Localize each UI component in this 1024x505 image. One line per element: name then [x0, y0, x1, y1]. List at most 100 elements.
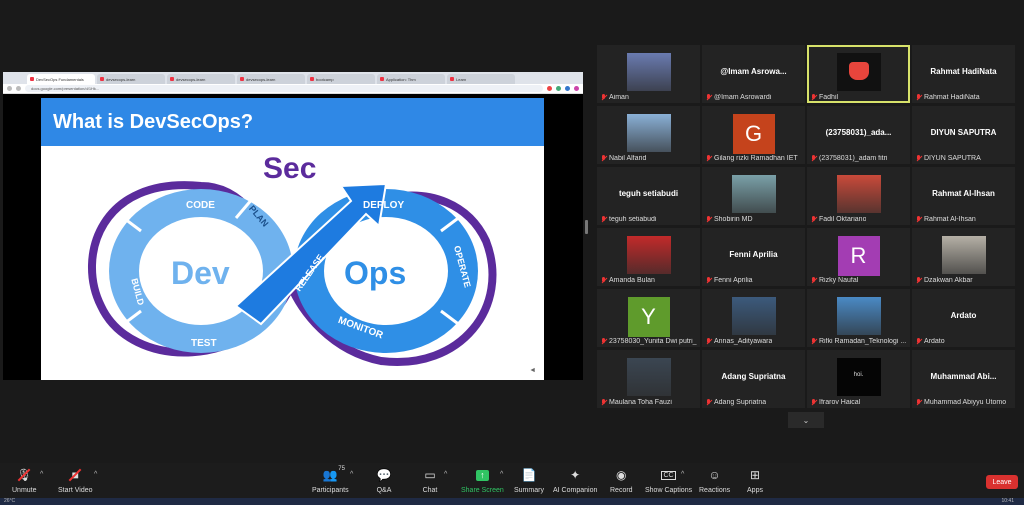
tab-favicon-icon	[310, 77, 314, 81]
participant-name-tag: DIYUN SAPUTRA	[916, 155, 981, 162]
system-clock: 10:41	[1001, 498, 1014, 504]
participant-tile[interactable]: Rahmat Al-Ihsan Rahmat Al-Ihsan	[912, 167, 1015, 225]
chat-label: Chat	[422, 487, 438, 494]
participant-tile[interactable]: Ardato Ardato	[912, 289, 1015, 347]
participant-gallery: Aiman @Imam Asrowa... @Imam Asrowardi Fadhi…	[597, 45, 1017, 410]
participant-name: Muhammad Abiyyu Utomo	[924, 399, 1007, 406]
summary-label: Summary	[514, 487, 544, 494]
microphone-muted-icon	[811, 155, 817, 162]
microphone-muted-icon	[601, 338, 607, 345]
back-icon	[7, 86, 12, 91]
participant-tile[interactable]: Shobirin MD	[702, 167, 805, 225]
participant-name-tag: Annas_Adityawara	[706, 338, 772, 345]
participant-video-thumbnail	[941, 236, 986, 274]
shared-screen[interactable]: DevSecOps Fundamentals devsecops-learn dev…	[3, 72, 583, 380]
participant-tile[interactable]: Fadhil	[807, 45, 910, 103]
participant-tile[interactable]: (23758031)_ada... (23758031)_adam fitri	[807, 106, 910, 164]
participant-tile[interactable]: Nabil Alfarid	[597, 106, 700, 164]
captions-icon: CC	[661, 470, 676, 480]
participant-tile[interactable]: Annas_Adityawara	[702, 289, 805, 347]
start-video-button[interactable]: ■ Start Video	[58, 468, 93, 494]
summary-button[interactable]: 📄 Summary	[514, 468, 544, 494]
slide-header: What is DevSecOps?	[41, 98, 544, 146]
participant-name-tag: Gilang rizki Ramadhan IET	[706, 155, 798, 162]
participant-tile[interactable]: Y 23758030_Yunita Dwi putri_...	[597, 289, 700, 347]
microphone-muted-icon	[916, 216, 922, 223]
chat-options-caret[interactable]: ^	[444, 471, 447, 478]
stage-test: TEST	[191, 338, 217, 349]
show-captions-button[interactable]: CC Show Captions	[645, 468, 692, 494]
participant-tile[interactable]: Fadil Oktariano	[807, 167, 910, 225]
tab-favicon-icon	[170, 77, 174, 81]
participant-tile[interactable]: Amanda Bulan	[597, 228, 700, 286]
microphone-muted-icon	[601, 216, 607, 223]
participant-display-name: Fenni Aprilia	[729, 250, 778, 259]
participant-display-name: @Imam Asrowa...	[720, 67, 787, 76]
meeting-toolbar: 🎙 Unmute ^ ■ Start Video ^ 👥75 Participa…	[0, 463, 1024, 498]
participant-name-tag: Maulana Toha Fauzi	[601, 399, 672, 406]
video-options-caret[interactable]: ^	[94, 471, 97, 478]
microphone-muted-icon	[706, 155, 712, 162]
participant-name: Gilang rizki Ramadhan IET	[714, 155, 798, 162]
participant-name-tag: Amanda Bulan	[601, 277, 655, 284]
participant-tile[interactable]: Rahmat HadiNata Rahmat HadiNata	[912, 45, 1015, 103]
participant-tile[interactable]: Rifki Ramadan_Teknologi ...	[807, 289, 910, 347]
devsecops-infinity-diagram: CODE PLAN BUILD TEST RELEASE DEPLOY OPER…	[88, 152, 497, 367]
gallery-next-page-button[interactable]: ⌄	[788, 412, 824, 428]
browser-tab-label: bootcamp	[316, 76, 334, 82]
chat-button[interactable]: ▭ Chat	[422, 468, 438, 494]
unmute-button[interactable]: 🎙 Unmute	[12, 468, 37, 494]
participant-name: teguh setiabudi	[609, 216, 657, 223]
extension-icon	[547, 86, 552, 91]
audio-options-caret[interactable]: ^	[40, 471, 43, 478]
browser-tab-label: devsecops-learn	[106, 76, 136, 82]
captions-options-caret[interactable]: ^	[681, 471, 684, 478]
browser-tab: devsecops-learn	[167, 74, 235, 84]
microphone-muted-icon	[706, 216, 712, 223]
participants-button[interactable]: 👥 75 Participants	[312, 466, 349, 494]
apps-button[interactable]: ⊞ Apps	[747, 468, 763, 494]
participant-tile[interactable]: Adang Supriatna Adang Supriatna	[702, 350, 805, 408]
participants-icon: 👥 75	[322, 466, 345, 482]
participant-tile[interactable]: teguh setiabudi teguh setiabudi	[597, 167, 700, 225]
record-icon: ◉	[616, 468, 627, 482]
participant-display-name: (23758031)_ada...	[825, 128, 892, 137]
participant-tile[interactable]: Fenni Aprilia Fenni Aprilia	[702, 228, 805, 286]
participant-name-tag: Ardato	[916, 338, 945, 345]
os-taskbar: 26°C 10:41	[0, 498, 1024, 505]
participant-display-name: Adang Supriatna	[721, 372, 786, 381]
participant-name: Fadhil	[819, 94, 839, 101]
participant-name-tag: Rahmat Al-Ihsan	[916, 216, 976, 223]
participant-tile[interactable]: Muhammad Abi... Muhammad Abiyyu Utomo	[912, 350, 1015, 408]
share-options-caret[interactable]: ^	[500, 471, 503, 478]
participants-options-caret[interactable]: ^	[350, 471, 353, 478]
shared-browser-window: DevSecOps Fundamentals devsecops-learn dev…	[3, 72, 583, 380]
sec-label: Sec	[263, 152, 316, 185]
reactions-button[interactable]: ☺ Reactions	[699, 468, 730, 494]
participant-tile[interactable]: hoi. Ifrarov Haical	[807, 350, 910, 408]
microphone-muted-icon: 🎙	[16, 468, 32, 482]
microphone-muted-icon	[811, 216, 817, 223]
share-screen-button[interactable]: ↑ Share Screen	[461, 468, 504, 494]
participant-name-tag: @Imam Asrowardi	[706, 94, 771, 101]
participant-tile[interactable]: R Rizky Naufal	[807, 228, 910, 286]
participant-tile[interactable]: Dzakwan Akbar	[912, 228, 1015, 286]
participant-tile[interactable]: Aiman	[597, 45, 700, 103]
participant-tile[interactable]: DIYUN SAPUTRA DIYUN SAPUTRA	[912, 106, 1015, 164]
summary-icon: 📄	[521, 468, 537, 482]
qa-button[interactable]: 💬 Q&A	[376, 468, 392, 494]
panel-resize-handle[interactable]	[585, 220, 588, 234]
record-button[interactable]: ◉ Record	[610, 468, 633, 494]
microphone-muted-icon	[601, 94, 607, 101]
participant-avatar: Y	[627, 297, 670, 337]
participant-name: Fadil Oktariano	[819, 216, 867, 223]
participant-tile[interactable]: G Gilang rizki Ramadhan IET	[702, 106, 805, 164]
participant-tile[interactable]: Maulana Toha Fauzi	[597, 350, 700, 408]
ai-companion-button[interactable]: ✦ AI Companion	[553, 468, 597, 494]
reactions-icon: ☺	[708, 468, 721, 482]
slide-nav-icon[interactable]: ◄	[529, 367, 536, 374]
microphone-muted-icon	[706, 338, 712, 345]
leave-button[interactable]: Leave	[986, 475, 1018, 489]
participant-name: Nabil Alfarid	[609, 155, 647, 162]
participant-tile[interactable]: @Imam Asrowa... @Imam Asrowardi	[702, 45, 805, 103]
